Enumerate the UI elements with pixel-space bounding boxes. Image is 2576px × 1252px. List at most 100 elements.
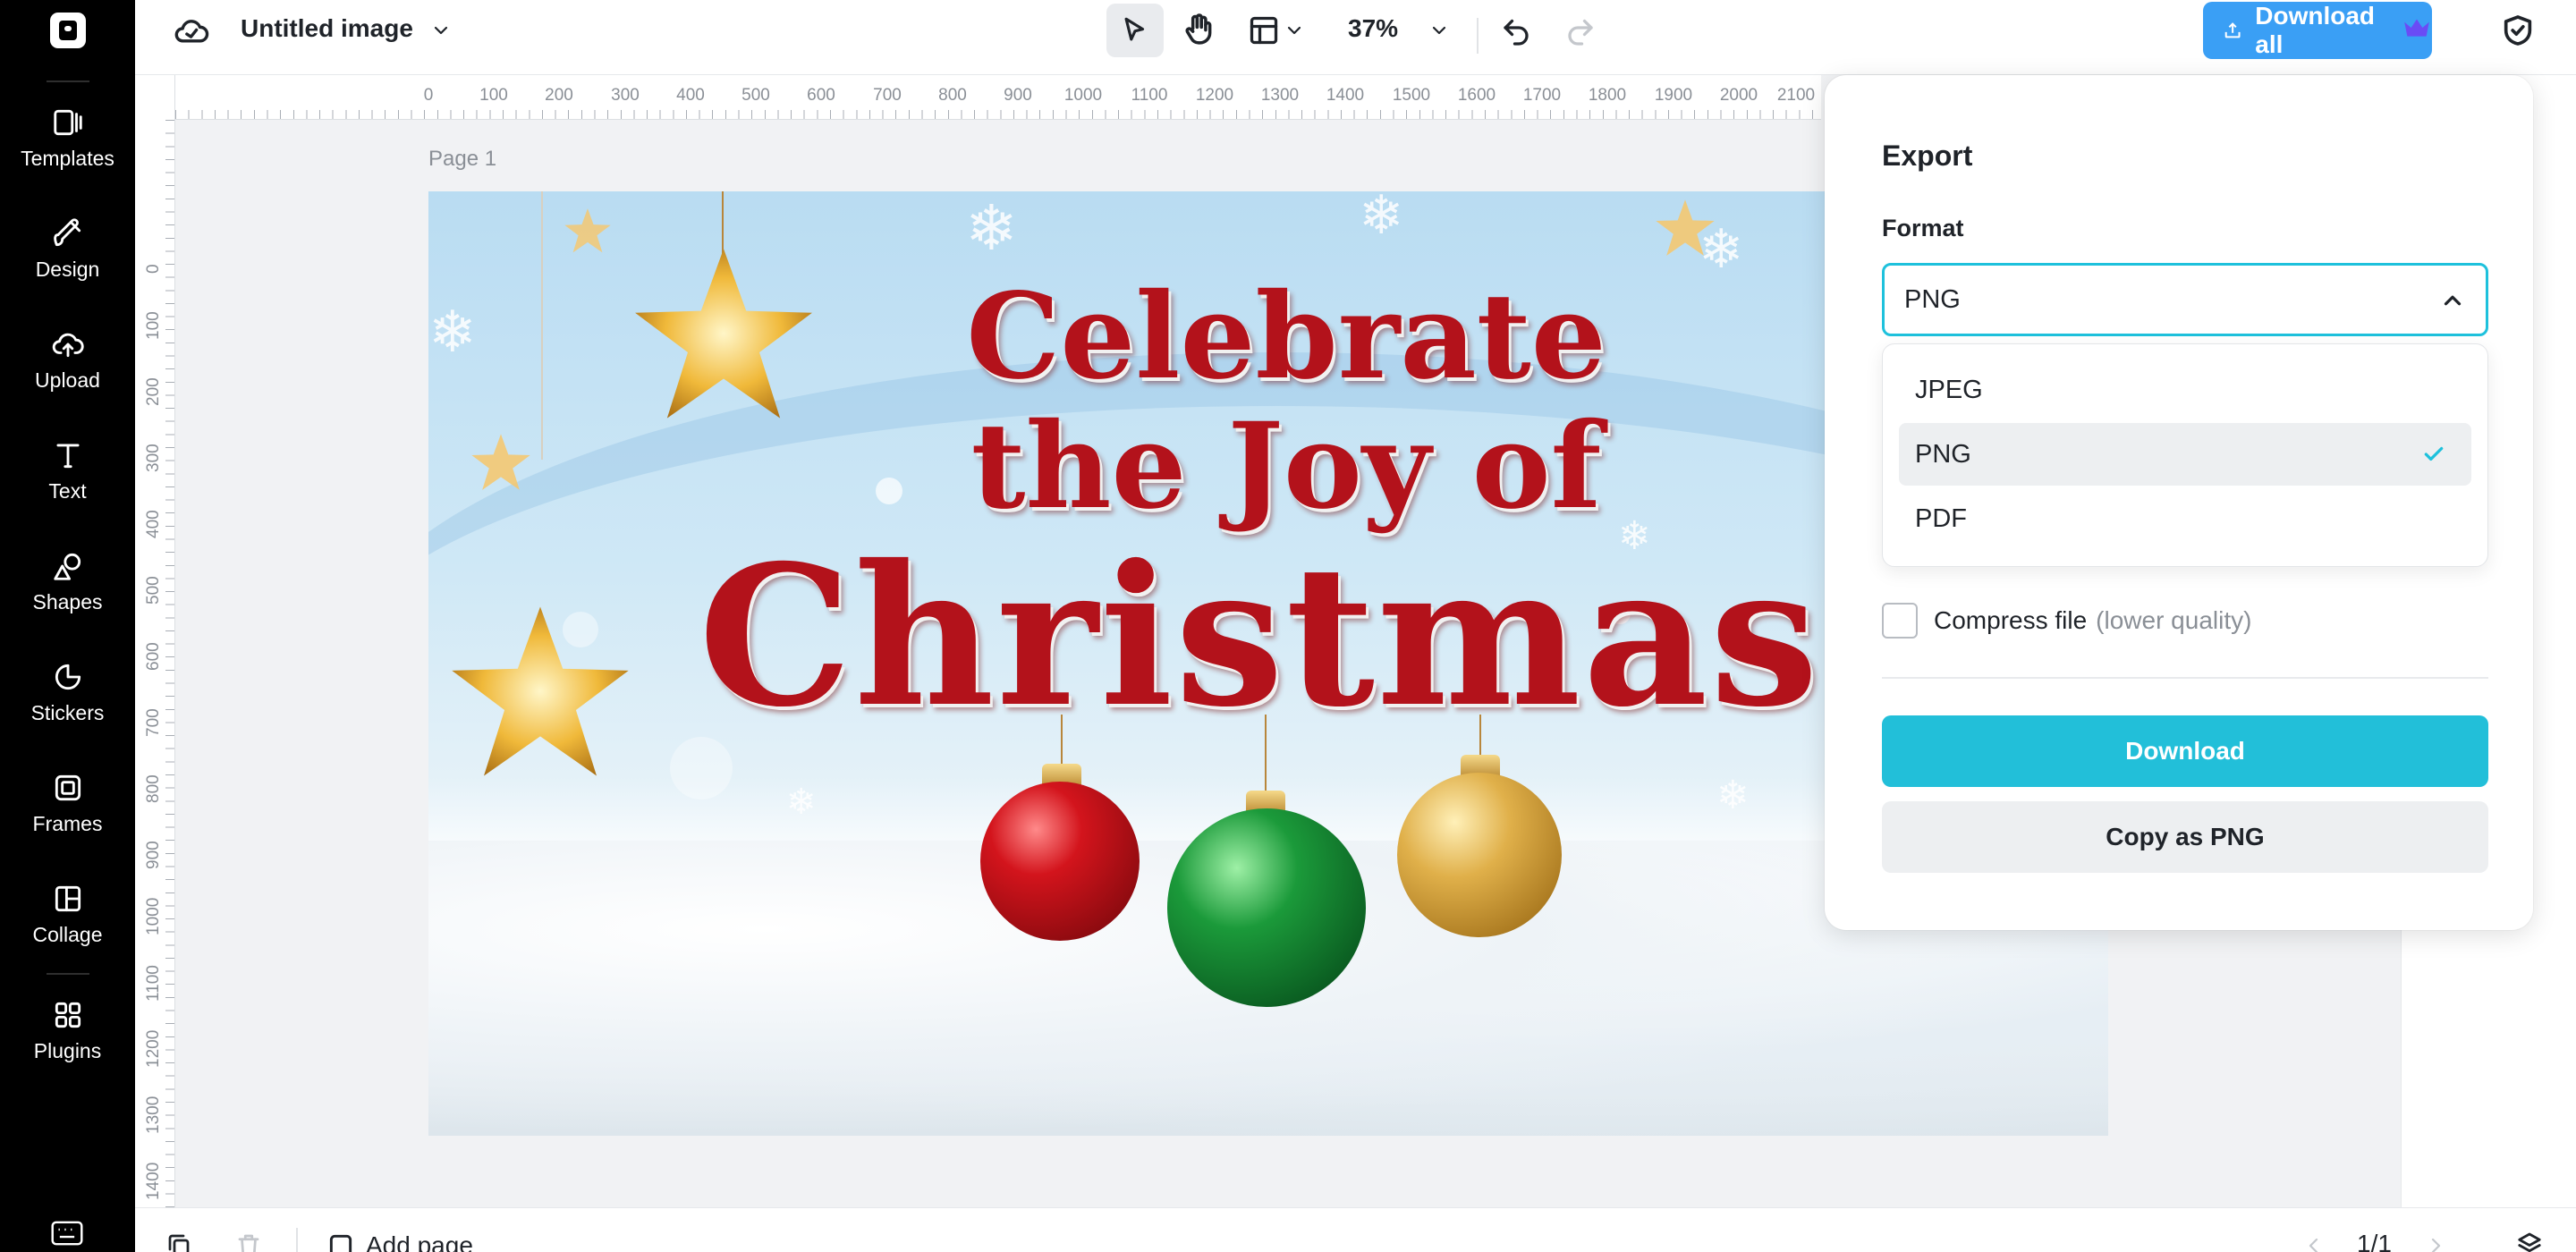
sidebar-item-templates[interactable]: Templates (0, 82, 135, 193)
sidebar-item-plugins[interactable]: Plugins (0, 975, 135, 1086)
format-option-label: PDF (1915, 503, 1967, 533)
compress-file-row: Compress file (lower quality) (1882, 603, 2251, 639)
ruler-label: 1500 (1392, 86, 1431, 105)
snowflake-decoration: ❄ (1359, 191, 1404, 245)
page-label: Page 1 (428, 147, 497, 171)
red-ornament (980, 782, 1140, 941)
sidebar-item-collage[interactable]: Collage (0, 859, 135, 969)
delete-page-icon[interactable] (235, 1231, 262, 1252)
add-page-button[interactable]: Add page (326, 1231, 473, 1252)
keyboard-shortcuts-icon[interactable] (50, 1220, 84, 1247)
ruler-label: 1400 (1326, 86, 1365, 105)
premium-crown-icon (2402, 16, 2432, 46)
download-button[interactable]: Download (1882, 715, 2488, 787)
compress-file-hint: (lower quality) (2096, 606, 2252, 634)
select-tool-button[interactable] (1106, 4, 1164, 57)
layout-tool-button[interactable] (1248, 14, 1305, 47)
shapes-icon (53, 553, 80, 580)
chevron-down-icon (1287, 26, 1301, 35)
format-option-png[interactable]: PNG (1899, 423, 2471, 486)
left-sidebar: Templates Design Upload Text Shapes Stic… (0, 0, 135, 1252)
hand-pan-tool-button[interactable] (1182, 11, 1216, 47)
ruler-label: 600 (807, 86, 835, 105)
copy-as-png-button[interactable]: Copy as PNG (1882, 801, 2488, 873)
previous-page-icon[interactable] (2303, 1235, 2325, 1252)
duplicate-page-icon[interactable] (165, 1231, 192, 1252)
zoom-level[interactable]: 37% (1348, 14, 1398, 43)
panel-divider (1882, 677, 2488, 679)
compress-file-checkbox[interactable] (1882, 603, 1918, 639)
ruler-label: 100 (479, 86, 508, 105)
bottom-bar: Add page 1/1 (135, 1207, 2576, 1252)
top-toolbar: Untitled image 37% Download all (135, 0, 2576, 75)
sidebar-item-shapes[interactable]: Shapes (0, 526, 135, 637)
ruler-label: 700 (873, 86, 902, 105)
frames-icon (55, 774, 80, 800)
format-option-label: JPEG (1915, 375, 1983, 404)
bottom-divider (296, 1228, 298, 1252)
zoom-chevron-down-icon[interactable] (1427, 20, 1452, 41)
title-menu-chevron-down-icon[interactable] (428, 20, 453, 41)
ruler-label: 1900 (1654, 86, 1693, 105)
format-label: Format (1882, 215, 1964, 241)
ruler-label: 1000 (144, 897, 163, 935)
ruler-label: 100 (144, 311, 163, 340)
ruler-horizontal: 0 100 200 300 400 500 600 700 800 900 10… (175, 75, 1821, 120)
redo-icon[interactable] (1564, 14, 1597, 47)
sidebar-item-stickers[interactable]: Stickers (0, 637, 135, 748)
ruler-label: 1200 (1195, 86, 1234, 105)
ornament-string (1061, 715, 1063, 768)
hand-icon (1185, 13, 1212, 45)
format-dropdown-menu: JPEG PNG PDF (1882, 343, 2488, 567)
ruler-label: 200 (545, 86, 573, 105)
sidebar-item-frames[interactable]: Frames (0, 748, 135, 859)
sidebar-item-label: Frames (32, 811, 103, 835)
ruler-label: 200 (144, 377, 163, 406)
format-selected-value: PNG (1904, 284, 1961, 314)
shield-check-icon[interactable] (2500, 13, 2536, 48)
chevron-up-icon (2439, 287, 2466, 314)
compress-file-label[interactable]: Compress file (1934, 606, 2087, 635)
download-all-button[interactable]: Download all (2203, 2, 2432, 59)
design-brush-icon (53, 217, 80, 246)
sidebar-item-text[interactable]: Text (0, 415, 135, 526)
sidebar-item-upload[interactable]: Upload (0, 304, 135, 415)
ruler-label: 1400 (144, 1162, 163, 1200)
ruler-label: 400 (144, 510, 163, 538)
ruler-label: 1300 (1260, 86, 1300, 105)
gold-star-icon (1656, 199, 1715, 256)
toolbar-divider (1477, 18, 1479, 54)
ruler-label: 2000 (1719, 86, 1758, 105)
ruler-label: 1700 (1522, 86, 1562, 105)
sidebar-item-label: Plugins (33, 1038, 102, 1062)
ruler-label: 0 (423, 86, 434, 105)
cloud-sync-icon[interactable] (174, 16, 210, 47)
export-upload-icon (2224, 22, 2241, 38)
ruler-label: 1000 (1063, 86, 1103, 105)
snowflake-decoration: ❄ (965, 193, 1018, 263)
format-option-pdf[interactable]: PDF (1899, 487, 2471, 550)
format-select[interactable]: PNG (1882, 263, 2488, 336)
ruler-label: 800 (144, 774, 163, 803)
sidebar-item-label: Design (35, 257, 100, 281)
templates-icon (53, 109, 82, 135)
undo-icon[interactable] (1500, 14, 1532, 47)
ruler-label: 1600 (1457, 86, 1496, 105)
next-page-icon[interactable] (2425, 1235, 2446, 1252)
sidebar-item-design[interactable]: Design (0, 193, 135, 304)
ruler-label: 600 (144, 642, 163, 671)
app-logo-icon[interactable] (49, 13, 86, 48)
ruler-ticks (175, 110, 1821, 119)
ruler-label: 500 (144, 576, 163, 605)
ruler-vertical: 0 100 200 300 400 500 600 700 800 900 10… (135, 75, 175, 1252)
ruler-label: 1200 (144, 1029, 163, 1068)
format-option-jpeg[interactable]: JPEG (1899, 359, 2471, 421)
ruler-label: 900 (144, 841, 163, 869)
ruler-label: 1300 (144, 1096, 163, 1134)
doc-title[interactable]: Untitled image (241, 14, 413, 43)
layout-grid-icon (1250, 16, 1278, 45)
gold-star-icon (564, 208, 611, 253)
plugins-grid-icon (55, 1002, 80, 1028)
ruler-label: 1100 (144, 965, 163, 1002)
layers-icon[interactable] (2514, 1230, 2545, 1252)
